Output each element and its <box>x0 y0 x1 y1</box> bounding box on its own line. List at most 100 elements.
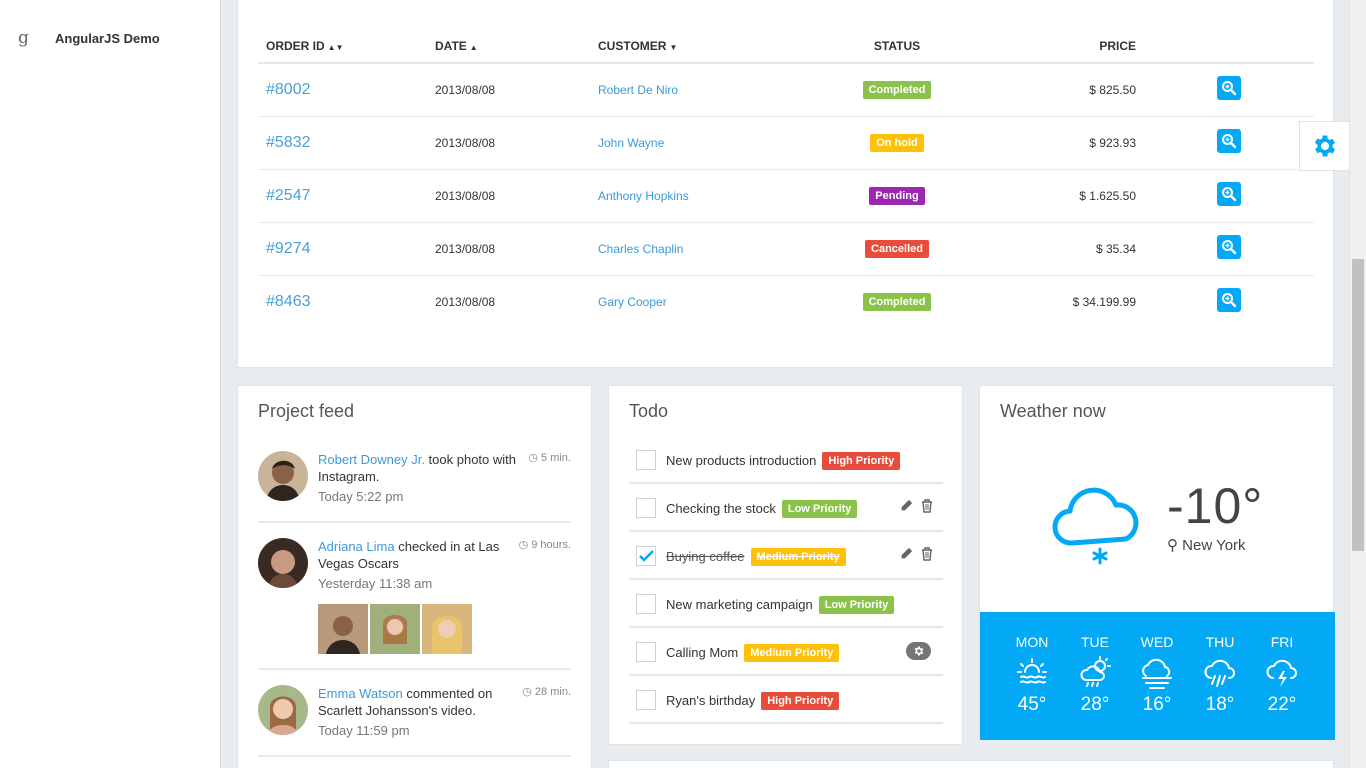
order-link[interactable]: #2547 <box>266 187 311 204</box>
order-link[interactable]: #5832 <box>266 134 311 151</box>
todo-checkbox[interactable] <box>636 594 656 614</box>
sort-asc-icon: ▲ <box>469 42 478 52</box>
pencil-icon[interactable] <box>900 547 913 566</box>
cell-price: $ 1.625.50 <box>954 169 1144 223</box>
view-order-button[interactable] <box>1217 235 1241 259</box>
todo-label: New products introduction High Priority <box>666 452 901 470</box>
scrollbar[interactable] <box>1349 0 1366 768</box>
status-badge: Completed <box>862 80 932 99</box>
orders-panel: ORDER ID ▲▼ DATE ▲ CUSTOMER ▼ STATUS PRICE … <box>237 0 1334 368</box>
feed-text: Emma Watson commented on Scarlett Johans… <box>318 685 518 719</box>
todo-options-button[interactable] <box>906 642 931 660</box>
feed-user-link[interactable]: Adriana Lima <box>318 539 395 554</box>
scrollbar-thumb[interactable] <box>1352 259 1364 551</box>
order-link[interactable]: #9274 <box>266 240 311 257</box>
todo-item: Ryan's birthday High Priority <box>629 676 943 724</box>
table-row: #5832 2013/08/08 John Wayne On hold $ 923.93 <box>258 116 1314 170</box>
settings-toggle[interactable] <box>1299 121 1349 171</box>
cell-customer: Charles Chaplin <box>590 222 840 276</box>
photo-thumbnail[interactable] <box>370 604 420 654</box>
todo-label: Calling Mom Medium Priority <box>666 644 840 662</box>
avatar[interactable] <box>258 538 308 588</box>
column-date[interactable]: DATE ▲ <box>427 29 590 64</box>
todo-text: Checking the stock <box>666 501 776 516</box>
status-badge: Cancelled <box>865 239 929 258</box>
sidebar-item-label: AngularJS Demo <box>55 30 160 46</box>
todo-actions <box>900 547 933 566</box>
todo-checkbox[interactable] <box>636 690 656 710</box>
feed-timestamp: Today 5:22 pm <box>318 489 404 504</box>
trash-icon[interactable] <box>921 499 933 518</box>
cell-status: Completed <box>840 275 954 328</box>
order-link[interactable]: #8002 <box>266 81 311 98</box>
forecast-temp: 18° <box>1205 694 1235 715</box>
avatar[interactable] <box>258 451 308 501</box>
view-order-button[interactable] <box>1217 76 1241 101</box>
customer-link[interactable]: John Wayne <box>598 136 664 150</box>
todo-panel: Todo New products introduction High Prior… <box>608 385 963 745</box>
feed-item: Emma Watson commented on Scarlett Johans… <box>258 685 571 757</box>
forecast-temp: 16° <box>1142 694 1172 715</box>
customer-link[interactable]: Gary Cooper <box>598 295 667 309</box>
customer-link[interactable]: Robert De Niro <box>598 83 678 97</box>
pencil-icon[interactable] <box>900 499 913 518</box>
zoom-in-icon <box>1222 293 1237 308</box>
cell-date: 2013/08/08 <box>427 63 590 117</box>
feed-time-ago: ◷ 9 hours. <box>519 538 571 551</box>
map-marker-icon: ⚲ <box>1167 537 1178 554</box>
forecast-day-name: TUE <box>1081 634 1109 650</box>
column-price: PRICE <box>954 29 1144 64</box>
feed-time-ago: ◷ 5 min. <box>528 451 571 464</box>
view-order-button[interactable] <box>1217 129 1241 153</box>
next-panel <box>608 760 1334 768</box>
sort-desc-icon: ▼ <box>669 42 678 52</box>
photo-thumbnails <box>318 604 472 654</box>
cell-price: $ 35.34 <box>954 222 1144 276</box>
order-link[interactable]: #8463 <box>266 293 311 310</box>
view-order-button[interactable] <box>1217 182 1241 206</box>
zoom-in-icon <box>1222 240 1237 255</box>
cloud-lightning-icon <box>1265 656 1299 695</box>
photo-thumbnail[interactable] <box>318 604 368 654</box>
feed-text: Robert Downey Jr. took photo with Instag… <box>318 451 518 485</box>
todo-checkbox[interactable] <box>636 546 656 566</box>
column-label: STATUS <box>873 38 921 53</box>
feed-user-link[interactable]: Robert Downey Jr. <box>318 452 425 467</box>
avatar[interactable] <box>258 685 308 735</box>
sidebar-item-angularjs-demo[interactable]: g AngularJS Demo <box>18 26 160 50</box>
photo-thumbnail[interactable] <box>422 604 472 654</box>
cell-order-id: #8002 <box>258 63 427 117</box>
status-badge: Pending <box>869 186 925 205</box>
feed-user-link[interactable]: Emma Watson <box>318 686 403 701</box>
column-customer[interactable]: CUSTOMER ▼ <box>590 29 840 64</box>
cell-customer: John Wayne <box>590 116 840 170</box>
todo-item: Calling Mom Medium Priority <box>629 628 943 676</box>
customer-link[interactable]: Anthony Hopkins <box>598 189 689 203</box>
table-row: #8002 2013/08/08 Robert De Niro Completed $ … <box>258 63 1314 117</box>
feed-ago-text: 28 min. <box>534 686 571 698</box>
status-badge: Completed <box>862 292 932 311</box>
todo-label: Checking the stock Low Priority <box>666 500 858 518</box>
view-order-button[interactable] <box>1217 288 1241 313</box>
trash-icon[interactable] <box>921 547 933 566</box>
snow-cloud-icon <box>1050 471 1146 572</box>
cell-actions <box>1144 275 1314 328</box>
customer-link[interactable]: Charles Chaplin <box>598 242 683 256</box>
feed-item: Robert Downey Jr. took photo with Instag… <box>258 451 571 523</box>
cloud-fog-icon <box>1140 656 1174 695</box>
cell-customer: Robert De Niro <box>590 63 840 117</box>
todo-checkbox[interactable] <box>636 498 656 518</box>
feed-text: Adriana Lima checked in at Las Vegas Osc… <box>318 538 518 572</box>
orders-header-row: ORDER ID ▲▼ DATE ▲ CUSTOMER ▼ STATUS PRICE <box>258 29 1314 64</box>
project-feed-panel: Project feed Robert Downey Jr. took phot… <box>237 385 592 768</box>
cell-date: 2013/08/08 <box>427 222 590 276</box>
todo-checkbox[interactable] <box>636 450 656 470</box>
column-order-id[interactable]: ORDER ID ▲▼ <box>258 29 427 64</box>
column-status: STATUS <box>840 29 954 64</box>
todo-text: New products introduction <box>666 453 817 468</box>
todo-checkbox[interactable] <box>636 642 656 662</box>
zoom-in-icon <box>1222 81 1237 96</box>
todo-item: Checking the stock Low Priority <box>629 484 943 532</box>
cell-actions <box>1144 169 1314 223</box>
forecast-temp: 22° <box>1267 694 1297 715</box>
